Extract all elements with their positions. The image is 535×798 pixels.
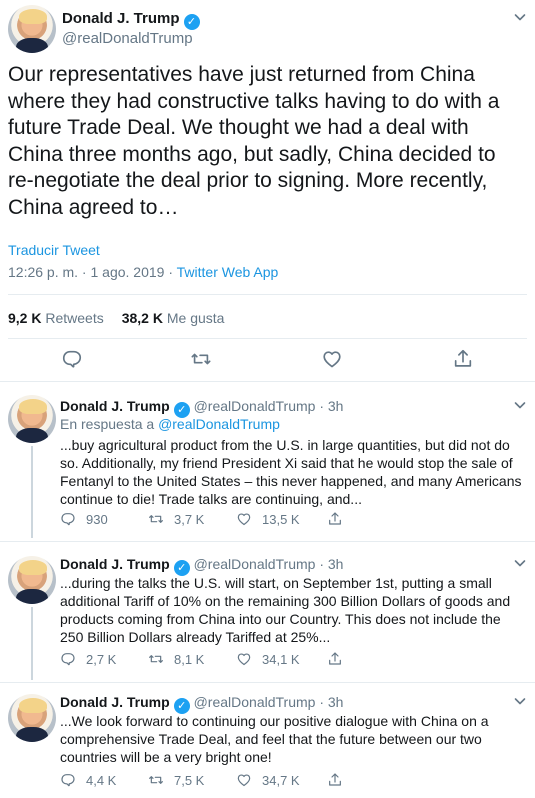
reply-to-link[interactable]: @realDonaldTrump: [158, 416, 280, 432]
tweet-text: ...during the talks the U.S. will start,…: [60, 575, 511, 645]
tweet-actions: [0, 348, 535, 372]
author-handle[interactable]: @realDonaldTrump · 3h: [194, 556, 344, 572]
retweet-icon: [148, 511, 164, 527]
translate-link[interactable]: Traducir Tweet: [8, 242, 100, 258]
chevron-down-icon[interactable]: [514, 399, 526, 411]
share-icon[interactable]: [327, 772, 343, 788]
tweet-stats: 9,2 K Retweets 38,2 K Me gusta: [8, 310, 224, 326]
avatar[interactable]: [8, 694, 56, 742]
verified-badge-icon: ✓: [183, 13, 200, 30]
reply-button[interactable]: 4,4 K: [60, 772, 116, 788]
author-name[interactable]: Donald J. Trump: [60, 556, 170, 572]
retweet-icon: [148, 772, 164, 788]
retweets-label[interactable]: Retweets: [45, 310, 103, 326]
divider: [8, 338, 527, 339]
reply-button[interactable]: 2,7 K: [60, 651, 116, 667]
tweet-text: ...buy agricultural product from the U.S…: [60, 437, 522, 507]
like-count: 34,1 K: [262, 651, 300, 667]
retweet-button[interactable]: 7,5 K: [148, 772, 204, 788]
like-count: 13,5 K: [262, 511, 300, 527]
tweet-source[interactable]: Twitter Web App: [177, 264, 279, 280]
tweet-actions: 930 3,7 K 13,5 K: [60, 511, 380, 529]
chevron-down-icon[interactable]: [514, 695, 526, 707]
author-name[interactable]: Donald J. Trump: [60, 398, 170, 414]
like-count: 34,7 K: [262, 772, 300, 788]
reply-button[interactable]: 930: [60, 511, 108, 527]
reply-icon: [60, 511, 76, 527]
reply-header: Donald J. Trump ✓ @realDonaldTrump · 3h: [60, 398, 343, 418]
author-handle[interactable]: @realDonaldTrump · 3h: [194, 694, 344, 710]
tweet-meta: 12:26 p. m. · 1 ago. 2019 · Twitter Web …: [8, 264, 278, 280]
retweet-icon: [148, 651, 164, 667]
divider: [8, 294, 527, 295]
like-icon: [236, 511, 252, 527]
author-handle[interactable]: @realDonaldTrump: [62, 30, 193, 47]
avatar[interactable]: [8, 395, 56, 443]
reply-icon: [60, 772, 76, 788]
retweet-count: 3,7 K: [174, 511, 205, 527]
avatar[interactable]: [8, 556, 56, 604]
likes-count[interactable]: 38,2 K: [122, 310, 163, 326]
share-icon[interactable]: [327, 651, 343, 667]
reply-context: En respuesta a @realDonaldTrump: [60, 416, 280, 432]
likes-label[interactable]: Me gusta: [167, 310, 225, 326]
reply-icon[interactable]: [61, 348, 83, 370]
retweet-count: 7,5 K: [174, 772, 205, 788]
author-name[interactable]: Donald J. Trump: [60, 694, 170, 710]
tweet-timestamp[interactable]: 12:26 p. m. · 1 ago. 2019 ·: [8, 264, 177, 280]
reply-header: Donald J. Trump ✓ @realDonaldTrump · 3h: [60, 556, 343, 576]
share-icon[interactable]: [327, 511, 343, 527]
author-name[interactable]: Donald J. Trump: [62, 10, 180, 27]
retweet-icon[interactable]: [190, 348, 212, 370]
avatar[interactable]: [8, 5, 56, 53]
chevron-down-icon[interactable]: [514, 11, 526, 23]
like-icon: [236, 772, 252, 788]
tweet-text: Our representatives have just returned f…: [8, 63, 500, 219]
retweets-count[interactable]: 9,2 K: [8, 310, 41, 326]
author-name-line[interactable]: Donald J. Trump ✓: [62, 10, 200, 30]
chevron-down-icon[interactable]: [514, 557, 526, 569]
tweet-actions: 4,4 K 7,5 K 34,7 K: [60, 772, 380, 790]
retweet-button[interactable]: 8,1 K: [148, 651, 204, 667]
author-handle[interactable]: @realDonaldTrump · 3h: [194, 398, 344, 414]
retweet-count: 8,1 K: [174, 651, 205, 667]
share-icon[interactable]: [452, 348, 474, 370]
tweet-text: ...We look forward to continuing our pos…: [60, 713, 489, 765]
thread-line: [31, 607, 33, 680]
reply-header: Donald J. Trump ✓ @realDonaldTrump · 3h: [60, 694, 343, 714]
reply-count: 930: [86, 511, 108, 527]
reply-count: 4,4 K: [86, 772, 117, 788]
reply-prefix: En respuesta a: [60, 416, 159, 432]
thread-line: [31, 446, 33, 538]
retweet-button[interactable]: 3,7 K: [148, 511, 204, 527]
divider: [0, 381, 535, 382]
reply-count: 2,7 K: [86, 651, 117, 667]
reply-icon: [60, 651, 76, 667]
tweet-actions: 2,7 K 8,1 K 34,1 K: [60, 651, 380, 669]
like-button[interactable]: 13,5 K: [236, 511, 300, 527]
like-icon[interactable]: [321, 348, 343, 370]
divider: [0, 682, 535, 683]
divider: [0, 541, 535, 542]
like-icon: [236, 651, 252, 667]
like-button[interactable]: 34,1 K: [236, 651, 300, 667]
like-button[interactable]: 34,7 K: [236, 772, 300, 788]
